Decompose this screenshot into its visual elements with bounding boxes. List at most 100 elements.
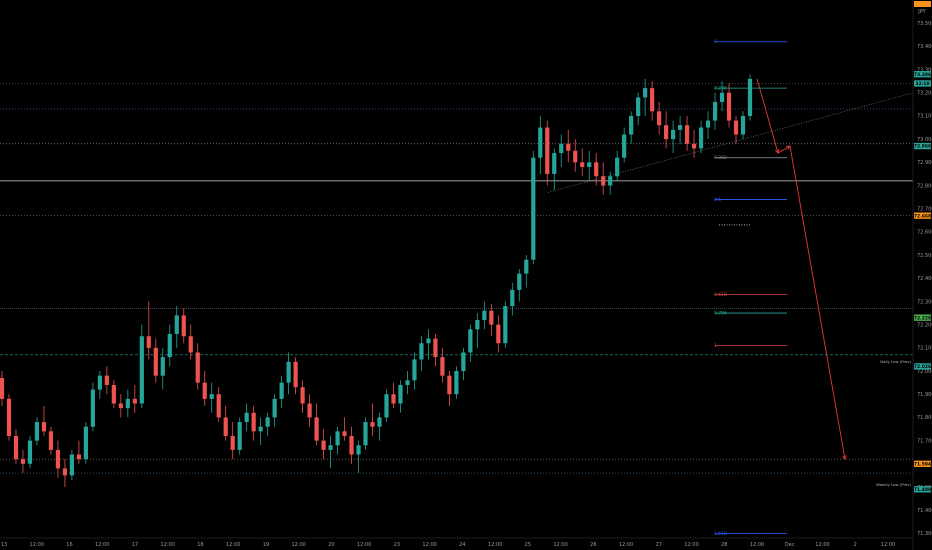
side-labels: Daily Low (Prev) Weekly Low (Prev) [876, 359, 911, 487]
candle-body [524, 259, 529, 274]
currency-label: JPY [917, 9, 926, 15]
y-tick-label: 72.900 [917, 160, 932, 166]
candle-body [384, 394, 389, 418]
price-badge-text: 73.286 [914, 72, 931, 78]
fib-level-label: 0.786 [714, 311, 727, 317]
y-tick-label: 73.400 [917, 44, 932, 50]
candle-body [181, 315, 186, 337]
candle-body [48, 431, 54, 450]
candle-body [286, 361, 291, 383]
candle-body [272, 398, 277, 418]
chart-root: 0 0.236 0.382 0.5 0.618 0.786 1 1.618 71.300 71.… [0, 0, 932, 550]
candle-body [747, 78, 753, 116]
x-tick-label: 27 [656, 542, 662, 548]
candle-body [496, 324, 501, 344]
candle-body [265, 417, 270, 427]
x-tick-label: 12:00 [684, 542, 698, 548]
y-tick-label: 71.900 [917, 392, 932, 398]
candle-body [174, 315, 179, 334]
y-tick-label: 73.200 [917, 91, 932, 97]
candle-body [132, 398, 137, 404]
candle-body [489, 310, 494, 325]
candle-body [650, 88, 655, 112]
y-tick-label: 72.500 [917, 253, 932, 259]
candle-body [691, 143, 697, 149]
y-tick-label: 72.700 [917, 207, 932, 213]
candle-body [188, 336, 193, 353]
y-tick-label: 72.100 [917, 346, 932, 352]
price-chart[interactable]: 0 0.236 0.382 0.5 0.618 0.786 1 1.618 71.300 71.… [0, 0, 932, 550]
candle-body [447, 375, 452, 395]
x-tick-label: 20 [328, 542, 334, 548]
candle-body [349, 435, 354, 455]
candle-body [482, 310, 487, 321]
candle-body [657, 111, 662, 126]
fib-level-label: 0.382 [714, 155, 727, 161]
price-badge-text: 72.229 [914, 315, 931, 321]
candle-body [300, 387, 305, 404]
candle-body [146, 336, 151, 348]
candle-body [433, 338, 438, 358]
candle-body [517, 273, 522, 290]
x-tick-label: 12:00 [881, 542, 895, 548]
price-lines-layer [0, 83, 913, 474]
candle-body [90, 389, 95, 427]
candle-body [314, 417, 319, 441]
candle-body [405, 380, 410, 385]
fib-level-label: 0.618 [714, 292, 727, 298]
y-tick-label: 72.800 [917, 183, 932, 189]
fib-level-label: 0.5 [714, 197, 721, 203]
x-tick-label: 12:00 [226, 542, 240, 548]
fib-level-label: 0.236 [714, 86, 727, 92]
candle-body [440, 357, 445, 376]
candle-body [643, 88, 648, 98]
candle-body [293, 361, 298, 388]
fib-level-label: 0 [714, 39, 717, 45]
candle-body [664, 125, 669, 140]
candle-body [160, 357, 165, 376]
x-tick-label: 12:00 [291, 542, 305, 548]
y-tick-label: 73.500 [917, 21, 932, 27]
x-tick-label: Dec [785, 542, 795, 548]
candles-layer [0, 74, 753, 487]
candle-body [41, 422, 47, 432]
x-tick-label: 12:00 [422, 542, 436, 548]
y-tick-label: 71.400 [917, 508, 932, 514]
y-tick-label: 72.600 [917, 230, 932, 236]
candle-body [601, 176, 606, 186]
candle-body [475, 320, 480, 330]
candle-body [223, 417, 228, 436]
candle-body [195, 352, 200, 383]
x-tick-label: 17 [132, 542, 138, 548]
x-tick-label: 12:00 [815, 542, 829, 548]
candle-body [335, 431, 340, 446]
candle-body [636, 97, 641, 116]
candle-body [559, 143, 564, 154]
candle-body [531, 157, 536, 260]
candle-body [733, 120, 739, 135]
x-tick-label: 12:00 [160, 542, 174, 548]
candle-body [139, 336, 144, 404]
y-tick-label: 73.000 [917, 137, 932, 143]
side-label: Weekly Low (Prev) [876, 482, 911, 487]
price-badge-text: 72.026 [914, 364, 931, 370]
candle-body [468, 329, 473, 353]
candle-body [216, 394, 221, 418]
price-badge-text: 72.668 [914, 213, 931, 219]
candle-body [587, 162, 592, 167]
candle-body [13, 435, 19, 460]
candle-body [740, 115, 746, 135]
candle-body [454, 371, 459, 395]
candle-body [684, 125, 690, 144]
candle-body [321, 440, 326, 450]
candle-body [538, 127, 543, 158]
candle-body [55, 449, 61, 469]
projection-path [756, 78, 846, 460]
candle-body [251, 412, 256, 432]
x-tick-label: 12:00 [30, 542, 44, 548]
candle-body [20, 459, 26, 464]
candle-body [6, 398, 12, 436]
candle-body [419, 343, 424, 360]
candle-body [27, 440, 33, 464]
candle-body [244, 412, 249, 423]
